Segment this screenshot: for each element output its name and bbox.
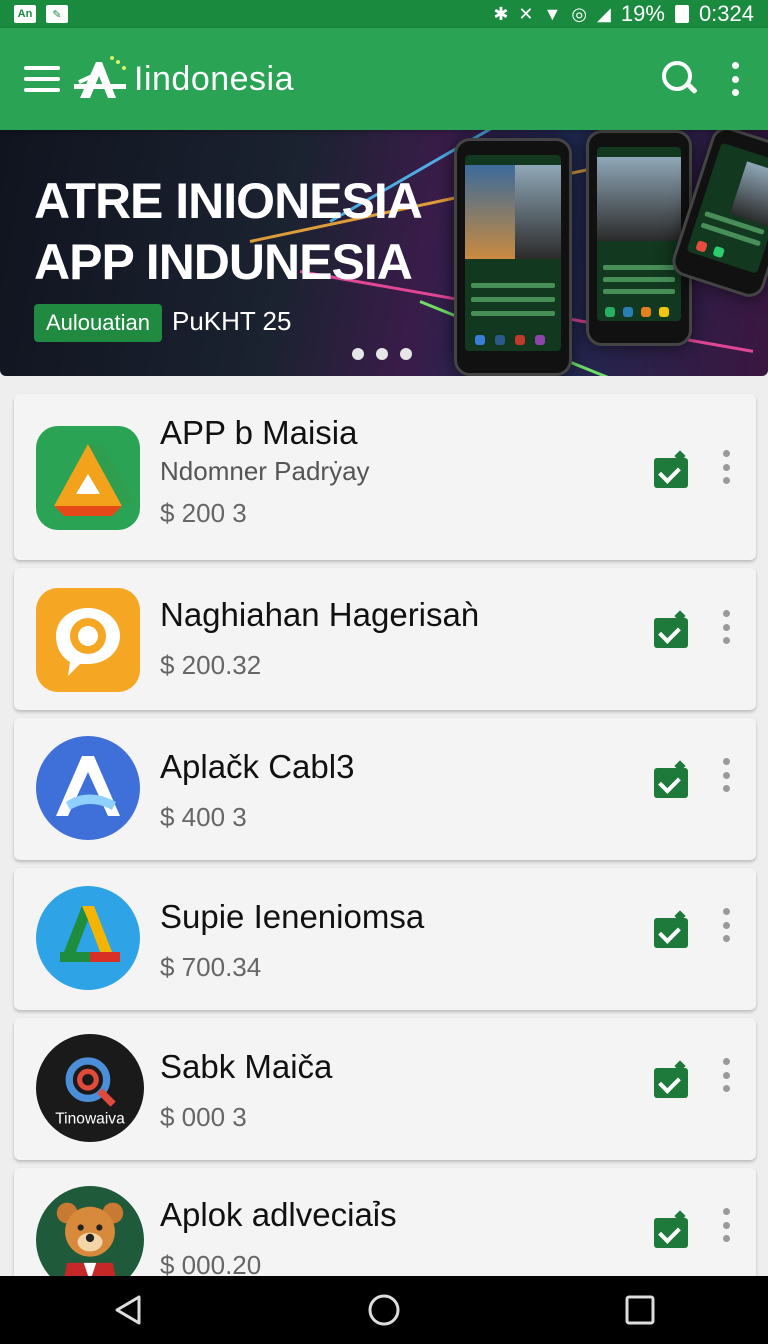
blue-a-icon [36,736,140,840]
battery-icon [674,5,689,23]
app-name: Naghiahan Hagerisaǹ [160,596,480,633]
home-button[interactable] [354,1280,414,1340]
item-menu-icon[interactable] [716,450,736,484]
installed-check-icon[interactable] [654,618,688,648]
icon-caption: Tinowaiva [55,1110,125,1127]
app-price: $ 700.34 [160,952,262,982]
banner-headline-2: APP INDUNESIA [34,234,413,290]
promo-banner[interactable]: ATRE INIONESIA APP INDUNESIA Aulouatian … [0,130,768,376]
status-right: ✱ ✕ ▼ ◎ ◢ 19% 0:324 [493,1,754,27]
status-left: An ✎ [14,5,68,23]
app-list-item[interactable]: Naghiahan Hagerisaǹ $ 200.32 [14,568,756,710]
hamburger-menu-icon[interactable] [24,66,60,92]
app-name: Supie Ieneniomsa [160,898,425,935]
app-title: Iindonesia [134,59,295,98]
carousel-dot[interactable] [400,348,412,360]
installed-check-icon[interactable] [654,1068,688,1098]
drive-triangle-icon [36,426,140,530]
search-circle-icon: Tinowaiva [36,1034,144,1142]
app-list-item[interactable]: APP b Maisia Ndomner Padrẏay $ 200 3 [14,394,756,560]
item-menu-icon[interactable] [716,610,736,644]
banner-headline-1: ATRE INIONESIA [34,173,423,229]
google-a-icon [36,886,140,990]
recents-button[interactable] [610,1280,670,1340]
installed-check-icon[interactable] [654,458,688,488]
notification-icon: An [14,5,36,23]
signal-icon: ◢ [597,3,611,24]
app-developer: Ndomner Padrẏay [160,456,370,486]
edit-icon: ✎ [46,5,68,23]
app-name: Sabk Maiča [160,1048,333,1085]
app-name: Aplačk Cabl3 [160,748,355,785]
search-icon[interactable] [660,59,700,99]
alarm-icon: ◎ [571,3,588,24]
banner-badge[interactable]: Aulouatian [34,304,162,342]
banner-phone-image [454,138,572,376]
bluetooth-icon: ✱ [493,3,509,24]
overflow-menu-icon[interactable] [730,62,740,96]
system-nav-bar [0,1276,768,1344]
recents-square-icon [625,1295,655,1325]
app-name: APP b Maisia [160,414,358,451]
orange-chat-icon [36,588,140,692]
app-price: $ 200.32 [160,650,262,680]
carousel-indicator[interactable] [352,348,412,360]
banner-subtitle: PuKHT 25 [172,306,292,336]
app-logo-icon [74,56,126,98]
app-price: $ 200 3 [160,498,247,528]
installed-check-icon[interactable] [654,768,688,798]
carousel-dot[interactable] [376,348,388,360]
status-bar: An ✎ ✱ ✕ ▼ ◎ ◢ 19% 0:324 [0,0,768,28]
app-list-item[interactable]: Aplačk Cabl3 $ 400 3 [14,718,756,860]
back-button[interactable] [98,1280,158,1340]
app-bar: Iindonesia [0,28,768,130]
wifi-icon: ▼ [543,3,562,24]
app-list-item[interactable]: Tinowaiva Sabk Maiča $ 000 3 [14,1018,756,1160]
clock: 0:324 [698,1,754,26]
app-price: $ 400 3 [160,802,247,832]
item-menu-icon[interactable] [716,758,736,792]
home-circle-icon [368,1294,400,1326]
back-triangle-icon [115,1295,141,1325]
app-name: Aplok adlveciaỉs [160,1196,397,1233]
app-price: $ 000 3 [160,1102,247,1132]
item-menu-icon[interactable] [716,1058,736,1092]
carousel-dot[interactable] [352,348,364,360]
item-menu-icon[interactable] [716,908,736,942]
vibrate-icon: ✕ [518,3,534,24]
installed-check-icon[interactable] [654,918,688,948]
installed-check-icon[interactable] [654,1218,688,1248]
app-list-item[interactable]: Supie Ieneniomsa $ 700.34 [14,868,756,1010]
banner-phone-image [586,130,692,346]
item-menu-icon[interactable] [716,1208,736,1242]
battery-percent: 19% [620,1,665,26]
